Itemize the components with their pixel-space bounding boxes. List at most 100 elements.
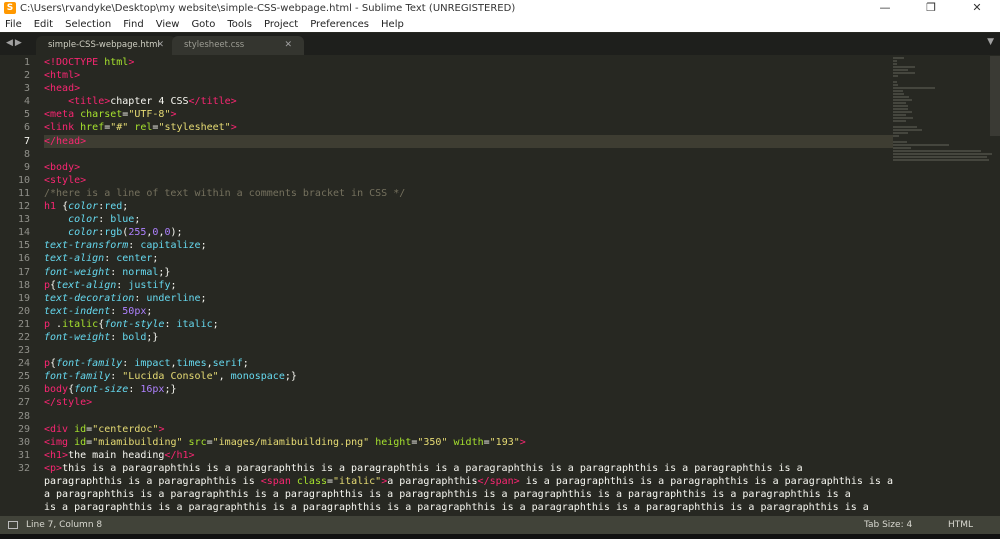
- menu-preferences[interactable]: Preferences: [310, 19, 369, 30]
- code-token: serif: [212, 358, 243, 370]
- code-token: center: [116, 253, 153, 265]
- tab-stylesheet[interactable]: stylesheet.css ✕: [172, 36, 304, 55]
- line-number: 1: [23, 57, 30, 68]
- code-token: "centerdoc": [92, 423, 159, 435]
- minimap-line: [893, 63, 898, 65]
- code-line[interactable]: text-transform: capitalize;: [44, 239, 893, 252]
- scrollbar-thumb[interactable]: [990, 56, 1000, 136]
- code-token: font-weight: [44, 331, 111, 343]
- code-line[interactable]: p{font-family: impact,times,serif;: [44, 357, 893, 370]
- code-line[interactable]: <body>: [44, 161, 893, 174]
- minimap-line: [893, 141, 907, 143]
- code-token: text-transform: [44, 240, 129, 252]
- menu-view[interactable]: View: [156, 19, 180, 30]
- code-token: ;: [200, 292, 207, 304]
- tab-size[interactable]: Tab Size: 4: [864, 520, 948, 530]
- code-line[interactable]: </style>: [44, 396, 893, 409]
- code-token: is a paragraphthis is a paragraphthis is…: [44, 502, 869, 514]
- minimap[interactable]: [893, 56, 1000, 516]
- code-line[interactable]: font-family: "Lucida Console", monospace…: [44, 370, 893, 383]
- code-line[interactable]: <html>: [44, 69, 893, 82]
- os-taskbar: [0, 534, 1000, 539]
- tab-nav-arrows-icon[interactable]: ◀▶: [6, 38, 24, 48]
- tab-simple-css-webpage[interactable]: simple-CSS-webpage.html ✕: [36, 36, 176, 55]
- code-token: <span: [260, 476, 291, 487]
- cursor-position[interactable]: Line 7, Column 8: [26, 520, 864, 530]
- tab-close-icon[interactable]: ✕: [156, 36, 164, 55]
- code-line[interactable]: font-weight: bold;}: [44, 331, 893, 344]
- code-line[interactable]: <title>chapter 4 CSS</title>: [44, 95, 893, 108]
- menu-help[interactable]: Help: [381, 19, 404, 30]
- panel-toggle-icon[interactable]: [8, 521, 18, 529]
- menu-selection[interactable]: Selection: [65, 19, 111, 30]
- code-line[interactable]: p{text-align: justify;: [44, 279, 893, 292]
- minimize-icon[interactable]: —: [862, 0, 908, 16]
- code-token: italic: [62, 318, 99, 330]
- code-line[interactable]: /*here is a line of text within a commen…: [44, 187, 893, 200]
- code-line[interactable]: <img id="miamibuilding" src="images/miam…: [44, 436, 893, 449]
- tab-close-icon[interactable]: ✕: [284, 36, 292, 55]
- minimap-line: [893, 147, 911, 149]
- code-line[interactable]: </head>: [44, 134, 893, 148]
- code-token: ,: [218, 371, 231, 383]
- menu-edit[interactable]: Edit: [34, 19, 53, 30]
- code-line[interactable]: <style>: [44, 174, 893, 187]
- code-line[interactable]: text-decoration: underline;: [44, 292, 893, 305]
- minimap-line: [893, 57, 904, 59]
- code-token: <h1>: [44, 449, 69, 461]
- minimap-line: [893, 120, 907, 122]
- maximize-icon[interactable]: ❐: [908, 0, 954, 16]
- code-token: <meta: [44, 109, 75, 121]
- menu-file[interactable]: File: [5, 19, 22, 30]
- code-line[interactable]: h1 {color:red;: [44, 200, 893, 213]
- menu-tools[interactable]: Tools: [227, 19, 252, 30]
- code-line[interactable]: <head>: [44, 82, 893, 95]
- code-line[interactable]: <p>this is a paragraphthis is a paragrap…: [44, 462, 893, 475]
- code-line[interactable]: [44, 410, 893, 423]
- code-line[interactable]: paragraphthis is a paragraphthis is <spa…: [44, 475, 893, 488]
- code-token: html: [104, 57, 129, 68]
- code-token: "italic": [333, 476, 382, 487]
- code-line[interactable]: <!DOCTYPE html>: [44, 56, 893, 69]
- code-area[interactable]: <!DOCTYPE html> <html> <head> <title>chapt…: [44, 56, 893, 514]
- menu-find[interactable]: Find: [123, 19, 144, 30]
- minimap-line: [893, 126, 917, 128]
- code-line[interactable]: color: blue;: [44, 213, 893, 226]
- code-token: <style>: [44, 174, 87, 186]
- code-token: ;}: [158, 266, 171, 278]
- code-token: body: [44, 384, 69, 396]
- code-line[interactable]: text-align: center;: [44, 252, 893, 265]
- code-line[interactable]: [44, 344, 893, 357]
- minimap-line: [893, 129, 923, 131]
- code-token: a paragraphthis: [387, 476, 478, 487]
- syntax-mode[interactable]: HTML: [948, 520, 1000, 530]
- code-line[interactable]: a paragraphthis is a paragraphthis is a …: [44, 488, 893, 501]
- code-line[interactable]: text-indent: 50px;: [44, 305, 893, 318]
- code-token: chapter 4 CSS: [110, 96, 189, 108]
- code-line[interactable]: <div id="centerdoc">: [44, 423, 893, 436]
- code-line[interactable]: is a paragraphthis is a paragraphthis is…: [44, 501, 893, 514]
- code-line[interactable]: <h1>the main heading</h1>: [44, 449, 893, 462]
- code-line[interactable]: <meta charset="UTF-8">: [44, 108, 893, 121]
- code-line[interactable]: <link href="#" rel="stylesheet">: [44, 121, 893, 134]
- code-line[interactable]: font-weight: normal;}: [44, 266, 893, 279]
- tab-dropdown-icon[interactable]: ▼: [987, 37, 994, 47]
- code-token: :: [164, 318, 177, 330]
- menu-project[interactable]: Project: [264, 19, 298, 30]
- code-token: text-align: [56, 279, 117, 291]
- code-token: :: [110, 266, 123, 278]
- code-line[interactable]: [44, 148, 893, 161]
- code-token: href: [80, 122, 105, 134]
- code-token: color: [68, 201, 99, 213]
- minimap-line: [893, 114, 906, 116]
- line-number: [0, 501, 40, 514]
- code-line[interactable]: color:rgb(255,0,0);: [44, 226, 893, 239]
- code-token: :: [110, 371, 123, 383]
- code-line[interactable]: p .italic{font-style: italic;: [44, 318, 893, 331]
- menu-goto[interactable]: Goto: [191, 19, 215, 30]
- code-editor[interactable]: 1 2 3 4 5 6 7 8 9 10 11 12 13 14 15 16 17 18 19 20 21 22 23 24 2…: [0, 56, 893, 516]
- code-line[interactable]: body{font-size: 16px;}: [44, 383, 893, 396]
- close-icon[interactable]: ✕: [954, 0, 1000, 16]
- code-token: color: [68, 214, 99, 226]
